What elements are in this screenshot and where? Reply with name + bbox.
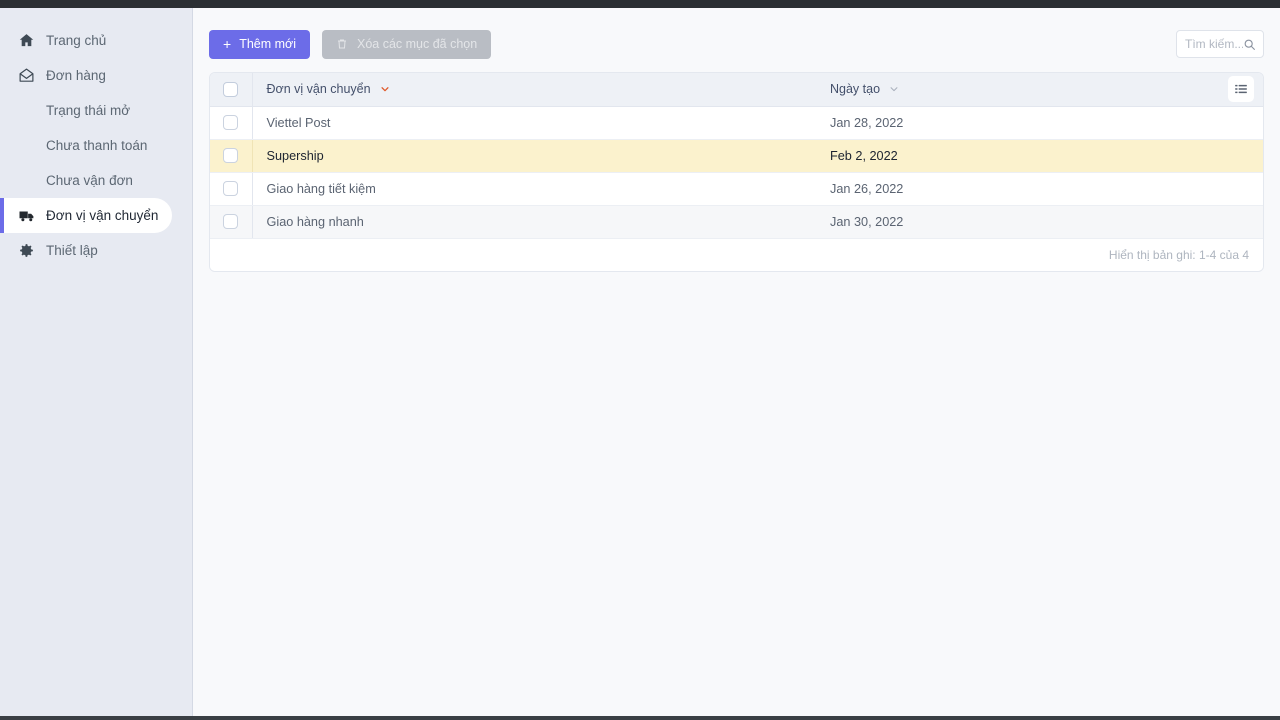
list-icon[interactable]	[1228, 76, 1254, 103]
sidebar-item-don-vi-van-chuyen[interactable]: Đơn vị vận chuyển	[0, 198, 172, 233]
table-header-row: Đơn vị vận chuyển Ngày tạo	[210, 73, 1263, 107]
row-select-cell	[210, 139, 253, 173]
column-header-carrier-label: Đơn vị vận chuyển	[266, 82, 371, 97]
table-body: Viettel Post Jan 28, 2022 Supership Feb …	[210, 106, 1263, 239]
trash-icon	[336, 38, 348, 50]
truck-icon	[18, 207, 40, 225]
data-table-card: Đơn vị vận chuyển Ngày tạo Viettel Post …	[209, 72, 1264, 272]
gear-icon	[18, 242, 40, 259]
chevron-down-icon[interactable]	[380, 84, 390, 94]
add-new-button[interactable]: + Thêm mới	[209, 29, 310, 59]
mail-icon	[18, 67, 40, 84]
search-input[interactable]	[1185, 37, 1243, 51]
top-dark-bar	[0, 0, 1280, 8]
column-header-created-date-label: Ngày tạo	[830, 82, 881, 97]
delete-selected-button[interactable]: Xóa các mục đã chọn	[322, 29, 492, 59]
table-head: Đơn vị vận chuyển Ngày tạo	[210, 73, 1263, 107]
carrier-name-cell: Viettel Post	[252, 106, 830, 140]
row-checkbox[interactable]	[223, 181, 239, 197]
main-content: + Thêm mới Xóa các mục đã chọn Tìm kiếm.…	[193, 8, 1280, 720]
row-select-cell	[210, 106, 253, 140]
sidebar-item-trang-chu[interactable]: Trang chủ	[0, 23, 172, 58]
table-row[interactable]: Giao hàng nhanh Jan 30, 2022	[210, 205, 1263, 239]
column-header-carrier[interactable]: Đơn vị vận chuyển	[252, 73, 830, 107]
table-footer: Hiển thị bản ghi: 1-4 của 4	[210, 238, 1263, 271]
sidebar-item-label: Thiết lập	[46, 243, 98, 258]
table-row[interactable]: Giao hàng tiết kiệm Jan 26, 2022	[210, 172, 1263, 206]
table-row[interactable]: Supership Feb 2, 2022	[210, 139, 1263, 173]
shipping-carriers-table: Đơn vị vận chuyển Ngày tạo Viettel Post …	[210, 73, 1263, 239]
column-header-created-date[interactable]: Ngày tạo	[830, 73, 1219, 107]
row-options-cell	[1219, 172, 1263, 206]
row-options-cell	[1219, 205, 1263, 239]
sidebar: Trang chủ Đơn hàng Trạng thái mở Chưa th…	[0, 8, 193, 720]
search-box[interactable]	[1176, 30, 1264, 58]
toolbar: + Thêm mới Xóa các mục đã chọn	[209, 22, 1264, 66]
sidebar-item-label: Đơn hàng	[46, 68, 106, 83]
bottom-dark-bar	[0, 716, 1280, 720]
carrier-name-cell: Giao hàng nhanh	[252, 205, 830, 239]
delete-selected-label: Xóa các mục đã chọn	[357, 37, 478, 51]
table-row[interactable]: Viettel Post Jan 28, 2022	[210, 106, 1263, 140]
row-options-cell	[1219, 106, 1263, 140]
record-count-label: Hiển thị bản ghi: 1-4 của 4	[1108, 247, 1249, 262]
home-icon	[18, 32, 40, 49]
carrier-name-cell: Supership	[252, 139, 830, 173]
sidebar-item-trang-thai-mo[interactable]: Trạng thái mở	[0, 93, 172, 128]
plus-icon: +	[223, 36, 232, 52]
row-checkbox[interactable]	[223, 115, 239, 131]
sidebar-item-label: Chưa thanh toán	[46, 138, 148, 153]
search-icon[interactable]	[1243, 38, 1256, 51]
app-window: Trang chủ Đơn hàng Trạng thái mở Chưa th…	[0, 0, 1280, 720]
created-date-cell: Jan 26, 2022	[830, 172, 1219, 206]
row-checkbox[interactable]	[223, 148, 239, 164]
row-select-cell	[210, 172, 253, 206]
row-options-cell	[1219, 139, 1263, 173]
sidebar-item-label: Đơn vị vận chuyển	[46, 208, 159, 223]
column-options-header	[1219, 73, 1263, 107]
sidebar-item-chua-van-don[interactable]: Chưa vận đơn	[0, 163, 172, 198]
row-select-cell	[210, 205, 253, 239]
select-all-checkbox[interactable]	[223, 81, 239, 97]
sidebar-item-label: Chưa vận đơn	[46, 173, 133, 188]
body-region: Trang chủ Đơn hàng Trạng thái mở Chưa th…	[0, 8, 1280, 720]
created-date-cell: Feb 2, 2022	[830, 139, 1219, 173]
add-new-label: Thêm mới	[239, 37, 296, 51]
sidebar-item-label: Trạng thái mở	[46, 103, 131, 118]
sidebar-item-thiet-lap[interactable]: Thiết lập	[0, 233, 172, 268]
carrier-name-cell: Giao hàng tiết kiệm	[252, 172, 830, 206]
sidebar-item-don-hang[interactable]: Đơn hàng	[0, 58, 172, 93]
sidebar-item-chua-thanh-toan[interactable]: Chưa thanh toán	[0, 128, 172, 163]
row-checkbox[interactable]	[223, 214, 239, 230]
select-all-header	[210, 73, 253, 107]
created-date-cell: Jan 30, 2022	[830, 205, 1219, 239]
sidebar-item-label: Trang chủ	[46, 33, 107, 48]
created-date-cell: Jan 28, 2022	[830, 106, 1219, 140]
chevron-down-icon[interactable]	[889, 84, 899, 94]
